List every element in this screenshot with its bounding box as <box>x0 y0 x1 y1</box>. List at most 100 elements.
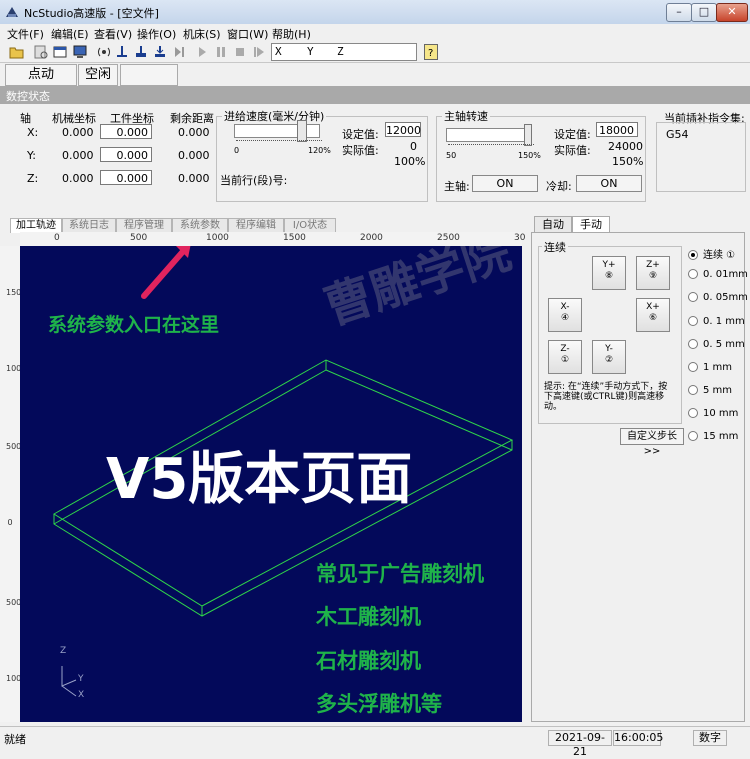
jog-y-plus-button[interactable]: Y+ ⑧ <box>592 256 626 290</box>
help-icon[interactable]: ? <box>424 44 438 60</box>
ruler-y-tick: 1000 <box>6 364 27 373</box>
radio-icon <box>688 431 698 441</box>
interp-value: G54 <box>666 128 689 141</box>
svg-text:?: ? <box>428 48 433 59</box>
step-option-0-05[interactable]: 0. 05mm <box>688 292 748 303</box>
coordinate-box[interactable]: X Y Z <box>271 43 417 61</box>
jog-z-plus-button[interactable]: Z+ ⑨ <box>636 256 670 290</box>
step-option-label: 0. 1 mm <box>703 316 745 327</box>
continuous-title: 连续 <box>542 239 568 255</box>
menu-help[interactable]: 帮助(H) <box>272 26 311 42</box>
work-x-field[interactable]: 0.000 <box>100 124 152 139</box>
axis-y-label: Y: <box>27 149 36 162</box>
menu-operate[interactable]: 操作(O) <box>137 26 176 42</box>
blank-cell <box>662 730 684 746</box>
forward-step-icon[interactable] <box>171 44 187 60</box>
monitor-icon[interactable] <box>72 44 88 60</box>
tool-calibrate-icon[interactable] <box>152 44 168 60</box>
jog-z-plus-label: Z+ <box>646 260 660 270</box>
step-option-0-1[interactable]: 0. 1 mm <box>688 316 745 327</box>
note-line-3: 石材雕刻机 <box>316 649 421 673</box>
cnc-status-title: 数控状态 <box>6 90 50 103</box>
horizontal-ruler: 0 500 1000 1500 2000 2500 30 <box>20 232 525 246</box>
minimize-button[interactable]: – <box>666 3 692 22</box>
feed-set-field[interactable]: 12000 <box>385 122 421 137</box>
menu-machine[interactable]: 机床(S) <box>183 26 221 42</box>
coord-z-label: Z <box>337 45 344 58</box>
work-z-field[interactable]: 0.000 <box>100 170 152 185</box>
tab-system-log[interactable]: 系统日志 <box>62 218 116 233</box>
ruler-y-tick: 1000 <box>6 674 27 683</box>
start-icon[interactable] <box>194 44 210 60</box>
ruler-x-tick: 2000 <box>360 233 383 243</box>
step-option-15[interactable]: 15 mm <box>688 431 738 442</box>
tab-toolpath[interactable]: 加工轨迹 <box>10 218 62 233</box>
signal-icon[interactable] <box>96 44 112 60</box>
step-option-1[interactable]: 1 mm <box>688 362 732 373</box>
spindle-slider-thumb[interactable] <box>524 124 532 146</box>
tab-auto[interactable]: 自动 <box>534 216 572 233</box>
remaining-x-value: 0.000 <box>178 126 210 139</box>
step-option-10[interactable]: 10 mm <box>688 408 738 419</box>
feed-percent: 100% <box>394 155 426 168</box>
jog-y-minus-button[interactable]: Y- ② <box>592 340 626 374</box>
jog-x-plus-button[interactable]: X+ ⑥ <box>636 298 670 332</box>
custom-step-button[interactable]: 自定义步长>> <box>620 428 684 457</box>
tab-program-manager[interactable]: 程序管理 <box>116 218 172 233</box>
jog-z-minus-button[interactable]: Z- ① <box>548 340 582 374</box>
step-option-label: 5 mm <box>703 385 733 396</box>
stop-icon[interactable] <box>232 44 248 60</box>
jog-y-plus-label: Y+ <box>602 260 616 270</box>
window-icon[interactable] <box>52 44 68 60</box>
work-y-field[interactable]: 0.000 <box>100 147 152 162</box>
tab-manual[interactable]: 手动 <box>572 216 610 233</box>
extra-status-indicator <box>120 64 178 86</box>
tab-system-params[interactable]: 系统参数 <box>172 218 228 233</box>
step-option-label: 0. 05mm <box>703 292 748 303</box>
menu-window[interactable]: 窗口(W) <box>227 26 268 42</box>
maximize-button[interactable]: □ <box>691 3 717 22</box>
toolpath-canvas[interactable]: 曹雕学院 系统参数入口在这里 V5版本页面 常见于广告雕刻机 木工雕刻机 石材雕… <box>20 246 522 722</box>
ruler-x-tick: 1500 <box>283 233 306 243</box>
spindle-slider-track[interactable] <box>446 128 532 142</box>
feed-slider-thumb[interactable] <box>297 120 307 142</box>
machine-x-value: 0.000 <box>62 126 94 139</box>
open-folder-icon[interactable] <box>9 44 25 60</box>
step-option-0-01[interactable]: 0. 01mm <box>688 269 748 280</box>
spindle-actual-value: 24000 <box>608 140 643 153</box>
spindle-on-button[interactable]: ON <box>472 175 538 192</box>
menu-view[interactable]: 查看(V) <box>94 26 132 42</box>
step-option-0-5[interactable]: 0. 5 mm <box>688 339 745 350</box>
spindle-actual-label: 实际值: <box>554 144 591 157</box>
simulate-icon[interactable] <box>33 44 49 60</box>
numlock-cell: 数字 <box>693 730 727 746</box>
zero-point-icon[interactable] <box>133 44 149 60</box>
step-option-continuous[interactable]: 连续 ① <box>688 246 735 261</box>
menu-file[interactable]: 文件(F) <box>7 26 44 42</box>
spindle-slider-ticks <box>448 144 534 149</box>
spindle-set-field[interactable]: 18000 <box>596 122 638 137</box>
jog-y-minus-label: Y- <box>605 344 613 354</box>
feed-slider-track[interactable] <box>234 124 320 138</box>
feed-slider-ticks <box>236 140 322 145</box>
menu-edit[interactable]: 编辑(E) <box>51 26 89 42</box>
ruler-x-tick: 0 <box>54 233 60 243</box>
jog-x-plus-key: ⑥ <box>648 313 658 323</box>
jog-x-minus-button[interactable]: X- ④ <box>548 298 582 332</box>
tab-program-editor[interactable]: 程序编辑 <box>228 218 284 233</box>
feed-title: 进给速度(毫米/分钟) <box>222 108 327 124</box>
axis-y-label: Y <box>78 674 84 684</box>
date-cell: 2021-09-21 <box>548 730 612 758</box>
jog-z-plus-key: ⑨ <box>648 271 658 281</box>
spindle-scale-max: 150% <box>518 151 541 160</box>
home-axis-icon[interactable] <box>114 44 130 60</box>
tab-io-status[interactable]: I/O状态 <box>284 218 336 233</box>
coolant-on-button[interactable]: ON <box>576 175 642 192</box>
step-run-icon[interactable] <box>251 44 267 60</box>
time-cell: 16:00:05 <box>613 730 664 746</box>
jog-z-minus-label: Z- <box>560 344 570 354</box>
step-option-label: 0. 01mm <box>703 269 748 280</box>
close-button[interactable]: ✕ <box>716 3 748 22</box>
step-option-5[interactable]: 5 mm <box>688 385 732 396</box>
pause-icon[interactable] <box>213 44 229 60</box>
